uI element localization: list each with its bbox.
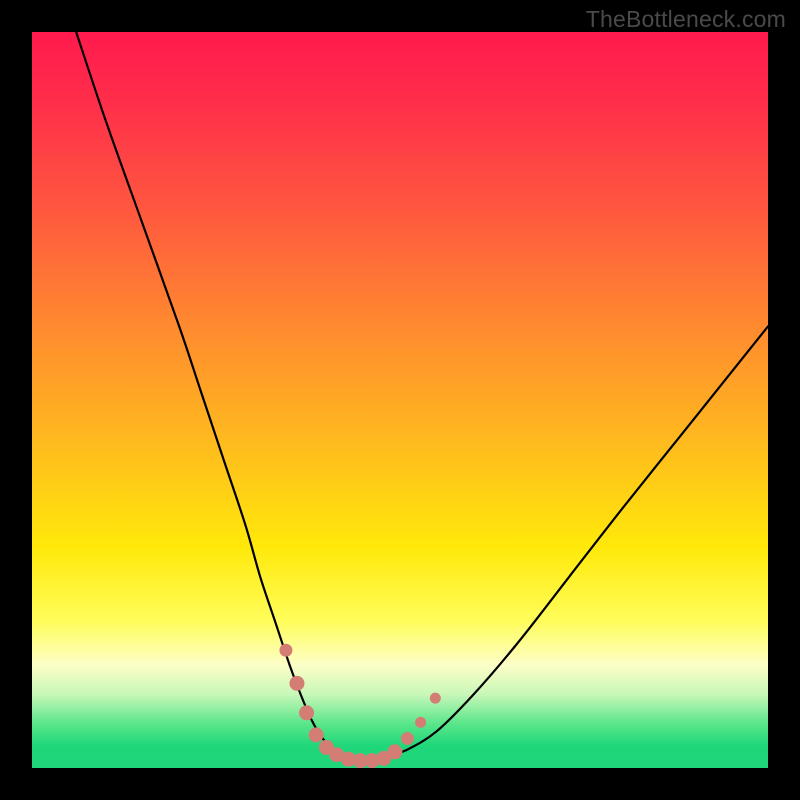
chart-plot-area	[32, 32, 768, 768]
watermark-text: TheBottleneck.com	[586, 6, 786, 33]
curve-marker	[388, 745, 402, 759]
curve-marker-group	[280, 644, 440, 767]
bottleneck-curve-svg	[32, 32, 768, 768]
curve-marker	[309, 728, 323, 742]
curve-marker	[401, 733, 413, 745]
curve-marker	[416, 717, 426, 727]
chart-frame: TheBottleneck.com	[0, 0, 800, 800]
curve-marker	[430, 693, 440, 703]
curve-marker	[290, 676, 304, 690]
curve-marker	[280, 644, 292, 656]
bottleneck-curve-path	[76, 32, 768, 761]
curve-marker	[300, 706, 314, 720]
